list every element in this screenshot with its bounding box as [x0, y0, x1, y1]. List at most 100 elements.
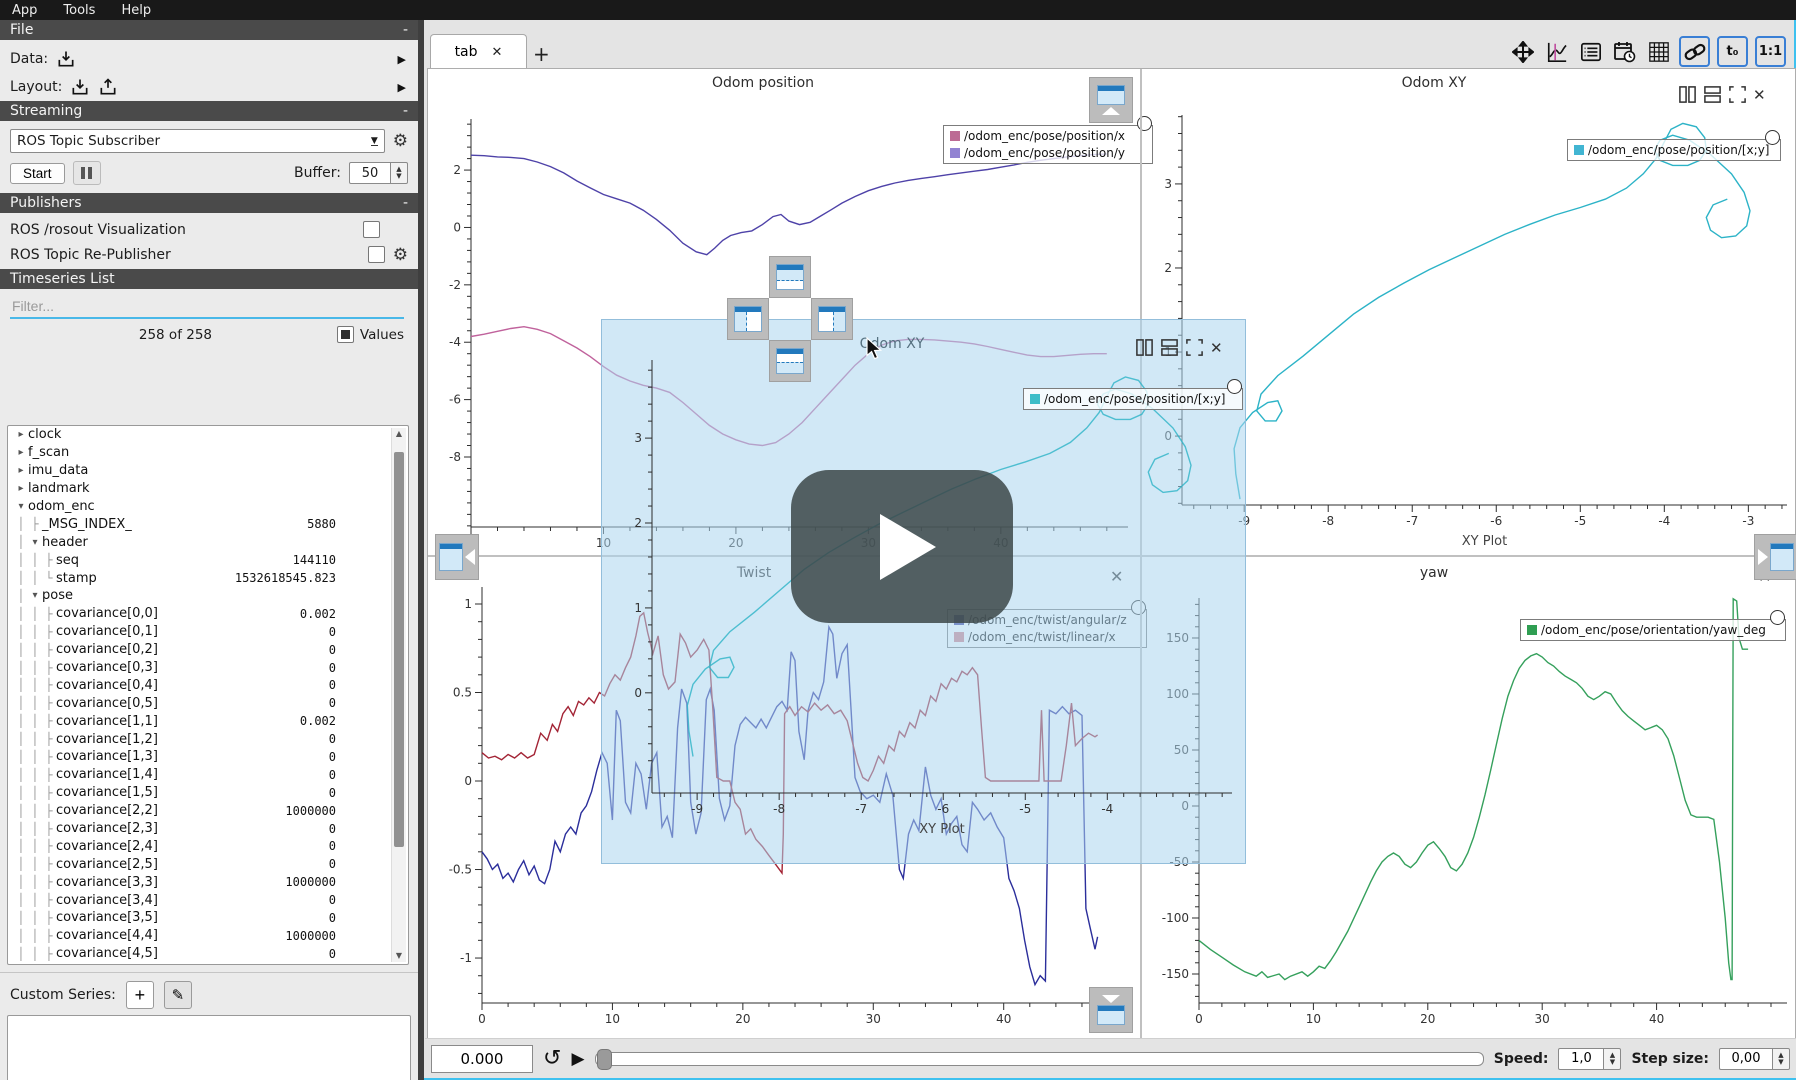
- list-icon[interactable]: [1577, 38, 1604, 65]
- tree-item[interactable]: ││├covariance[2,2]1000000: [8, 802, 408, 820]
- timeseries-tree[interactable]: ▸clock▸f_scan▸imu_data▸landmark▾odom_enc…: [7, 425, 409, 965]
- edit-custom-series-button[interactable]: ✎: [164, 981, 192, 1009]
- tree-item[interactable]: ▸imu_data: [8, 462, 408, 480]
- t0-icon[interactable]: t₀: [1717, 36, 1748, 67]
- load-layout-icon[interactable]: [70, 77, 90, 97]
- save-layout-icon[interactable]: [98, 77, 118, 97]
- legend-handle[interactable]: [1770, 610, 1785, 625]
- tree-item[interactable]: ││├covariance[3,3]1000000: [8, 873, 408, 891]
- slider-handle[interactable]: [597, 1049, 612, 1070]
- rosout-publisher-checkbox[interactable]: [363, 221, 380, 238]
- trend-tracker-icon[interactable]: [1543, 38, 1570, 65]
- tree-scrollbar[interactable]: ▲ ▼: [391, 428, 406, 962]
- tree-item[interactable]: ││├covariance[2,4]0: [8, 837, 408, 855]
- fullscreen-icon[interactable]: [1728, 85, 1747, 104]
- add-custom-series-button[interactable]: +: [126, 981, 154, 1009]
- streaming-gear-icon[interactable]: ⚙: [393, 133, 408, 149]
- split-vertical-icon[interactable]: [1678, 85, 1697, 104]
- play-icon[interactable]: ▶: [571, 1049, 584, 1069]
- tree-item[interactable]: │├_MSG_INDEX_5880: [8, 515, 408, 533]
- tree-item[interactable]: ││├seq144110: [8, 551, 408, 569]
- dock-edge-left-indicator[interactable]: [435, 534, 479, 580]
- expand-icon[interactable]: ▾: [14, 501, 28, 512]
- expand-icon[interactable]: ▸: [14, 483, 28, 494]
- dock-left-indicator[interactable]: [727, 298, 769, 340]
- scrollbar-thumb[interactable]: [394, 452, 404, 847]
- buffer-spinbox[interactable]: 50 ▲▼: [349, 162, 408, 184]
- video-play-button[interactable]: [791, 470, 1013, 623]
- dock-edge-top-indicator[interactable]: [1089, 77, 1133, 123]
- dock-edge-right-indicator[interactable]: [1754, 534, 1796, 580]
- tree-item[interactable]: ││├covariance[1,5]0: [8, 784, 408, 802]
- section-header-streaming[interactable]: Streaming -: [0, 101, 418, 121]
- menu-help[interactable]: Help: [121, 3, 151, 18]
- split-horizontal-icon[interactable]: [1703, 85, 1722, 104]
- pause-streaming-button[interactable]: [73, 161, 101, 185]
- date-time-icon[interactable]: [1611, 38, 1638, 65]
- custom-series-list[interactable]: [7, 1015, 411, 1080]
- tab-active[interactable]: tab ✕: [430, 34, 527, 69]
- tree-item[interactable]: ││├covariance[0,4]0: [8, 676, 408, 694]
- tree-item[interactable]: ││├covariance[0,5]0: [8, 694, 408, 712]
- fullscreen-icon[interactable]: [1185, 338, 1204, 357]
- tree-item[interactable]: ││├covariance[1,3]0: [8, 748, 408, 766]
- dock-top-indicator[interactable]: [769, 256, 811, 298]
- plot-legend[interactable]: /odom_enc/pose/position/[x;y]: [1567, 139, 1781, 161]
- tab-close-icon[interactable]: ✕: [492, 45, 503, 60]
- tree-item[interactable]: ││├covariance[0,0]0.002: [8, 605, 408, 623]
- timeseries-filter-input[interactable]: [10, 295, 404, 319]
- republisher-checkbox[interactable]: [368, 246, 385, 263]
- timeline-slider[interactable]: [595, 1052, 1484, 1066]
- tree-item[interactable]: ││├covariance[3,5]0: [8, 909, 408, 927]
- tree-item[interactable]: │▾header: [8, 533, 408, 551]
- scroll-down-icon[interactable]: ▼: [392, 950, 406, 962]
- speed-spinbox[interactable]: 1,0 ▲▼: [1558, 1048, 1621, 1070]
- expand-icon[interactable]: ▸: [14, 447, 28, 458]
- step-size-spinbox[interactable]: 0,00 ▲▼: [1719, 1048, 1790, 1070]
- close-icon[interactable]: ✕: [1753, 85, 1766, 104]
- dock-bottom-indicator[interactable]: [769, 340, 811, 382]
- tree-item[interactable]: ▸landmark: [8, 480, 408, 498]
- plot-legend[interactable]: /odom_enc/pose/orientation/yaw_deg: [1520, 619, 1786, 641]
- plot-legend[interactable]: /odom_enc/pose/position/[x;y]: [1023, 388, 1243, 410]
- legend-handle[interactable]: [1765, 130, 1780, 145]
- tree-item[interactable]: │▾pose: [8, 587, 408, 605]
- load-data-icon[interactable]: [56, 49, 76, 69]
- menu-tools[interactable]: Tools: [63, 3, 95, 18]
- tree-item[interactable]: ││├covariance[0,3]0: [8, 659, 408, 677]
- tree-item[interactable]: ││├covariance[0,1]0: [8, 623, 408, 641]
- tree-item[interactable]: ││├covariance[4,5]0: [8, 945, 408, 963]
- start-streaming-button[interactable]: Start: [10, 163, 65, 184]
- new-tab-button[interactable]: +: [533, 42, 550, 66]
- tree-item[interactable]: ▸f_scan: [8, 444, 408, 462]
- loop-icon[interactable]: ↺: [543, 1049, 561, 1069]
- tree-item[interactable]: ││├covariance[1,1]0.002: [8, 712, 408, 730]
- tree-item[interactable]: ││├covariance[2,5]0: [8, 855, 408, 873]
- tree-item[interactable]: ││├covariance[1,4]0: [8, 766, 408, 784]
- expand-icon[interactable]: ▸: [14, 429, 28, 440]
- menu-app[interactable]: App: [12, 3, 37, 18]
- expand-icon[interactable]: ▾: [28, 590, 42, 601]
- grid-icon[interactable]: [1645, 38, 1672, 65]
- data-menu-arrow[interactable]: ▶: [398, 53, 406, 66]
- close-icon[interactable]: ✕: [1210, 338, 1223, 357]
- split-vertical-icon[interactable]: [1135, 338, 1154, 357]
- move-icon[interactable]: [1509, 38, 1536, 65]
- section-header-publishers[interactable]: Publishers -: [0, 193, 418, 213]
- tree-item[interactable]: ││└stamp1532618545.823: [8, 569, 408, 587]
- values-checkbox[interactable]: [337, 326, 354, 343]
- tree-item[interactable]: ││├covariance[0,2]0: [8, 641, 408, 659]
- tree-item[interactable]: ▾odom_enc: [8, 498, 408, 516]
- layout-menu-arrow[interactable]: ▶: [398, 81, 406, 94]
- tree-item[interactable]: ││├covariance[3,4]0: [8, 891, 408, 909]
- scroll-up-icon[interactable]: ▲: [392, 428, 406, 440]
- plot-legend[interactable]: /odom_enc/pose/position/x/odom_enc/pose/…: [943, 125, 1153, 164]
- tree-item[interactable]: ││├covariance[2,3]0: [8, 820, 408, 838]
- tree-item[interactable]: ││├covariance[4,4]1000000: [8, 927, 408, 945]
- tree-item[interactable]: ▸clock: [8, 426, 408, 444]
- expand-icon[interactable]: ▾: [28, 537, 42, 548]
- republisher-gear-icon[interactable]: ⚙: [393, 247, 408, 263]
- section-header-file[interactable]: File -: [0, 20, 418, 40]
- streaming-source-select[interactable]: ROS Topic Subscriber▼: [10, 129, 385, 153]
- expand-icon[interactable]: ▸: [14, 465, 28, 476]
